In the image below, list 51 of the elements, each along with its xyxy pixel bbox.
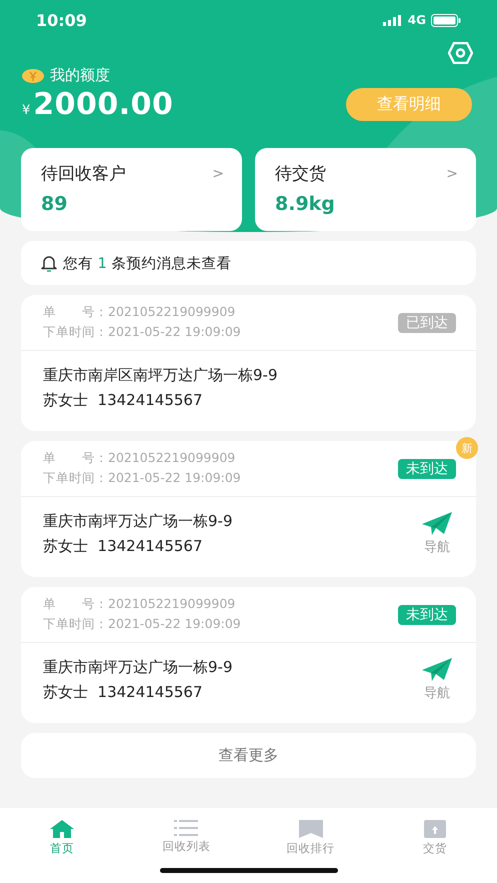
- order-number: 单 号：2021052219099909: [43, 450, 236, 467]
- new-badge: 新: [456, 437, 478, 459]
- navigate-button[interactable]: 导航: [422, 658, 452, 702]
- status-time: 10:09: [36, 10, 87, 30]
- battery-icon: [431, 14, 461, 26]
- notice-bar[interactable]: 您有 1 条预约消息未查看: [21, 241, 476, 285]
- view-more-button[interactable]: 查看更多: [21, 733, 476, 778]
- stat-card[interactable]: 待回收客户 > 89: [21, 148, 242, 231]
- status-tag: 已到达: [398, 312, 456, 332]
- order-time: 下单时间：2021-05-22 19:09:09: [43, 616, 241, 633]
- order-time: 下单时间：2021-05-22 19:09:09: [43, 470, 241, 487]
- currency-symbol: ¥: [22, 103, 30, 118]
- home-icon: [50, 820, 74, 838]
- stat-card[interactable]: 待交货 > 8.9kg: [255, 148, 476, 231]
- status-tag: 未到达: [398, 458, 456, 478]
- coin-icon: [22, 68, 44, 82]
- status-tag: 未到达: [398, 604, 456, 624]
- eye-icon[interactable]: [448, 42, 473, 64]
- contact-text: 苏女士 13424145567: [43, 683, 204, 702]
- paper-plane-icon: [422, 512, 452, 536]
- tab-item[interactable]: 交货: [372, 808, 497, 858]
- signal-icon: [382, 14, 403, 26]
- tab-item[interactable]: 回收排行: [248, 808, 373, 858]
- address-text: 重庆市南岸区南坪万达广场一栋9-9: [43, 366, 278, 385]
- tab-item[interactable]: 回收列表: [124, 808, 248, 858]
- box-icon: [424, 820, 446, 838]
- contact-text: 苏女士 13424145567: [43, 391, 204, 410]
- stat-label: 待交货: [275, 163, 326, 185]
- order-time: 下单时间：2021-05-22 19:09:09: [43, 324, 241, 341]
- navigate-button[interactable]: 导航: [422, 512, 452, 556]
- order-number: 单 号：2021052219099909: [43, 596, 236, 613]
- notice-text: 您有 1 条预约消息未查看: [63, 254, 232, 272]
- order-card[interactable]: 单 号：2021052219099909 下单时间：2021-05-22 19:09:09 未到达 重庆市南坪万达广场一栋9-9 苏女士 13424145567 导航: [21, 587, 476, 723]
- bell-icon: [41, 254, 57, 272]
- address-text: 重庆市南坪万达广场一栋9-9: [43, 512, 232, 531]
- chevron-icon: >: [446, 166, 458, 182]
- stat-value: 8.9kg: [275, 193, 336, 215]
- bookmark-icon: [298, 820, 323, 838]
- tab-item[interactable]: 首页: [0, 808, 124, 858]
- list-icon: [174, 820, 198, 836]
- address-text: 重庆市南坪万达广场一栋9-9: [43, 658, 232, 677]
- order-number: 单 号：2021052219099909: [43, 304, 236, 321]
- contact-text: 苏女士 13424145567: [43, 537, 204, 556]
- balance-amount: 2000.00: [33, 87, 174, 122]
- stat-label: 待回收客户: [41, 163, 126, 185]
- stat-value: 89: [41, 193, 68, 215]
- network-label: 4G: [408, 13, 426, 27]
- paper-plane-icon: [422, 658, 452, 682]
- balance-label: 我的额度: [50, 66, 110, 85]
- order-card[interactable]: 单 号：2021052219099909 下单时间：2021-05-22 19:09:09 已到达 重庆市南岸区南坪万达广场一栋9-9 苏女士 13424145567: [21, 295, 476, 431]
- chevron-icon: >: [212, 166, 224, 182]
